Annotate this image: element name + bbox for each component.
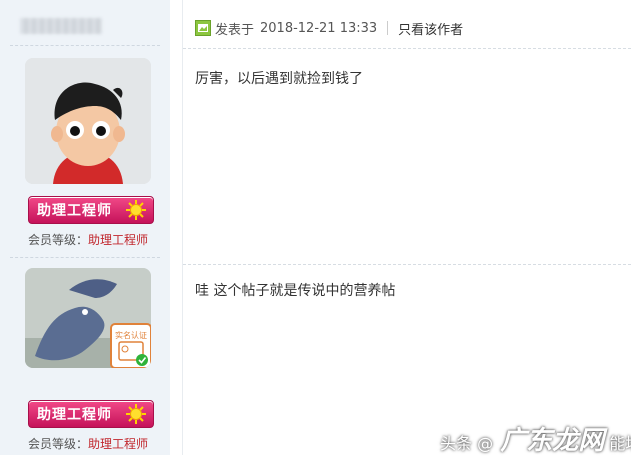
level-label: 会员等级：	[28, 233, 89, 247]
sidebar-divider	[10, 45, 160, 47]
post-icon	[195, 20, 211, 36]
cartoon-avatar-icon	[25, 58, 151, 184]
verify-badge-text: 实名认证	[115, 330, 147, 340]
meta-separator	[387, 21, 389, 35]
level-label: 会员等级：	[28, 437, 89, 451]
rank-badge: 助理工程师	[28, 196, 154, 224]
post-header-divider	[183, 48, 631, 50]
only-author-link[interactable]: 只看该作者	[398, 19, 463, 38]
posted-prefix: 发表于	[215, 22, 255, 38]
username-blurred	[20, 18, 102, 34]
posted-time: 2018-12-21 13:33	[260, 20, 378, 36]
level-value[interactable]: 助理工程师	[88, 437, 148, 451]
post-content: 厉害，以后遇到就捡到钱了	[195, 71, 363, 87]
rank-label: 助理工程师	[37, 407, 112, 423]
sun-icon	[126, 404, 146, 424]
column-divider	[182, 0, 183, 455]
post-meta: 发表于 2018-12-21 13:33 只看该作者	[195, 18, 463, 38]
avatar[interactable]	[25, 58, 151, 184]
watermark: 头条 @ 广东龙网 能培训	[440, 420, 631, 457]
watermark-at: @	[477, 434, 494, 453]
avatar[interactable]: 实名认证	[25, 268, 151, 368]
post-content: 哇 这个帖子就是传说中的营养帖	[195, 283, 396, 299]
post-divider	[183, 264, 631, 266]
member-level: 会员等级：助理工程师	[28, 435, 148, 452]
member-level: 会员等级：助理工程师	[28, 231, 148, 248]
sun-icon	[126, 200, 146, 220]
sidebar-divider	[10, 257, 160, 259]
user-sidebar: 助理工程师 会员等级：助理工程师 实名认证 助理工程师 会员等级：助理工程师	[0, 0, 170, 455]
watermark-brand: 广东龙网	[500, 426, 605, 456]
rank-label: 助理工程师	[37, 203, 112, 219]
level-value[interactable]: 助理工程师	[88, 233, 148, 247]
rank-badge: 助理工程师	[28, 400, 154, 428]
cartoon-cat-avatar-icon: 实名认证	[25, 268, 151, 368]
watermark-tail: 能培训	[609, 434, 631, 453]
watermark-left: 头条	[440, 434, 473, 453]
